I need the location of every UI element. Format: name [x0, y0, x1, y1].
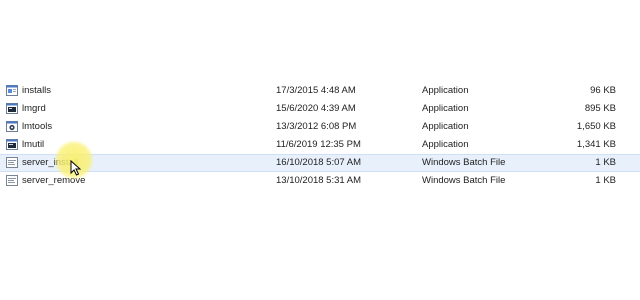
file-row-server-remove[interactable]: server_remove 13/10/2018 5:31 AM Windows… — [0, 172, 640, 190]
file-name: lmutil — [22, 139, 45, 150]
batch-file-icon — [6, 157, 18, 168]
file-size: 96 KB — [590, 85, 616, 96]
file-date-modified: 13/10/2018 5:31 AM — [276, 175, 362, 186]
file-row-installs[interactable]: installs 17/3/2015 4:48 AM Application 9… — [0, 82, 640, 100]
file-size: 1,341 KB — [576, 139, 616, 150]
file-size: 1 KB — [595, 175, 616, 186]
file-size: 895 KB — [584, 103, 616, 114]
file-type: Application — [422, 85, 469, 96]
file-size: 1,650 KB — [576, 121, 616, 132]
file-date-modified: 15/6/2020 4:39 AM — [276, 103, 356, 114]
file-list: installs 17/3/2015 4:48 AM Application 9… — [0, 82, 640, 190]
application-icon — [6, 103, 18, 114]
file-size: 1 KB — [595, 157, 616, 168]
file-name: server_remove — [22, 175, 86, 186]
file-type: Application — [422, 121, 469, 132]
application-icon — [6, 121, 18, 132]
application-icon — [6, 85, 18, 96]
file-date-modified: 17/3/2015 4:48 AM — [276, 85, 356, 96]
file-type: Windows Batch File — [422, 157, 506, 168]
file-date-modified: 11/6/2019 12:35 PM — [276, 139, 361, 150]
file-type: Application — [422, 139, 469, 150]
file-date-modified: 13/3/2012 6:08 PM — [276, 121, 357, 132]
file-row-server-install[interactable]: server_install 16/10/2018 5:07 AM Window… — [0, 154, 640, 172]
application-icon — [6, 139, 18, 150]
batch-file-icon — [6, 175, 18, 186]
file-name: lmgrd — [22, 103, 46, 114]
file-type: Application — [422, 103, 469, 114]
file-row-lmtools[interactable]: lmtools 13/3/2012 6:08 PM Application 1,… — [0, 118, 640, 136]
file-row-lmutil[interactable]: lmutil 11/6/2019 12:35 PM Application 1,… — [0, 136, 640, 154]
file-type: Windows Batch File — [422, 175, 506, 186]
file-name: server_install — [22, 157, 78, 168]
file-date-modified: 16/10/2018 5:07 AM — [276, 157, 362, 168]
file-row-lmgrd[interactable]: lmgrd 15/6/2020 4:39 AM Application 895 … — [0, 100, 640, 118]
file-name: installs — [22, 85, 52, 96]
file-name: lmtools — [22, 121, 53, 132]
